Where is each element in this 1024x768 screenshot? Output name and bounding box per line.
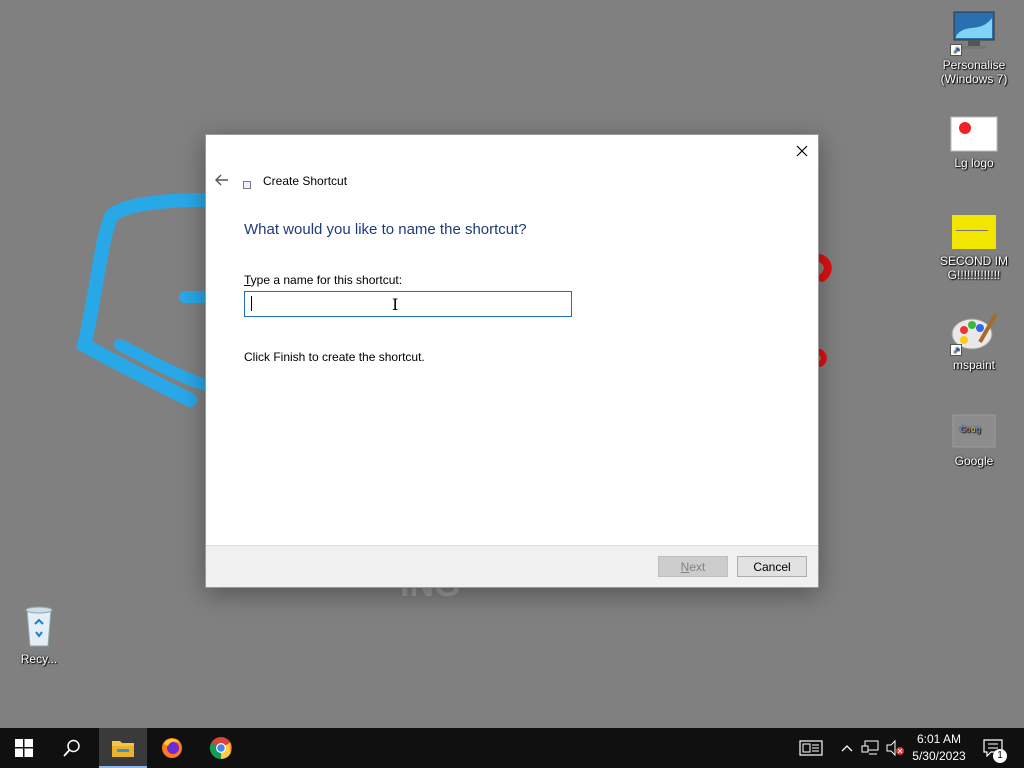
firefox-icon xyxy=(162,738,182,758)
desktop-icon-label: Recy... xyxy=(20,652,58,666)
shortcut-name-label: Type a name for this shortcut: xyxy=(244,273,403,287)
back-button[interactable] xyxy=(214,173,230,187)
close-button[interactable] xyxy=(792,141,812,161)
shortcut-icon xyxy=(243,181,251,189)
volume-button[interactable] xyxy=(884,728,906,768)
folder-icon xyxy=(112,741,134,757)
desktop-icon-label: mspaint xyxy=(952,358,996,372)
clock-time: 6:01 AM xyxy=(916,732,962,746)
taskbar: 6:01 AM 5/30/2023 1 xyxy=(0,728,1024,768)
text-caret xyxy=(251,296,252,311)
desktop-icon-second-img[interactable]: SECOND IMG!!!!!!!!!!!!! xyxy=(936,214,1012,282)
desktop-icon-personalise[interactable]: ↗ Personalise (Windows 7) xyxy=(936,8,1012,86)
desktop-icon-label: Google xyxy=(954,454,994,468)
recycle-bin-icon xyxy=(15,602,63,650)
shortcut-arrow-icon: ↗ xyxy=(950,44,962,56)
shortcut-arrow-icon: ↗ xyxy=(950,344,962,356)
wizard-heading: What would you like to name the shortcut… xyxy=(244,221,527,238)
next-button[interactable]: Next xyxy=(658,556,728,577)
image-icon xyxy=(950,214,998,250)
create-shortcut-dialog: Create Shortcut What would you like to n… xyxy=(205,134,819,588)
wizard-title: Create Shortcut xyxy=(263,174,348,188)
windows-logo-icon xyxy=(15,739,33,757)
search-button[interactable] xyxy=(48,728,96,768)
mspaint-icon: ↗ xyxy=(950,308,998,356)
cancel-button[interactable]: Cancel xyxy=(737,556,807,577)
network-button[interactable] xyxy=(860,728,880,768)
desktop-icon-label: Lg logo xyxy=(954,156,994,170)
clock-date: 5/30/2023 xyxy=(912,749,966,763)
svg-text:g: g xyxy=(976,425,980,434)
desktop-icon-mspaint[interactable]: ↗ mspaint xyxy=(936,308,1012,372)
start-button[interactable] xyxy=(0,728,48,768)
desktop-icon-label: Personalise (Windows 7) xyxy=(940,58,1008,86)
file-explorer-taskbar-button[interactable] xyxy=(99,728,147,768)
search-icon xyxy=(63,739,80,757)
chevron-up-icon xyxy=(841,745,853,752)
desktop-icon-label: SECOND IMG!!!!!!!!!!!!! xyxy=(939,254,1008,282)
news-button[interactable] xyxy=(796,728,826,768)
news-icon xyxy=(799,740,823,756)
ibeam-cursor-icon: I xyxy=(392,295,399,314)
dialog-footer: Next Cancel xyxy=(206,545,818,587)
chrome-icon xyxy=(210,737,232,759)
taskbar-clock[interactable]: 6:01 AM 5/30/2023 xyxy=(905,731,973,765)
network-icon xyxy=(861,740,879,755)
close-icon xyxy=(796,145,808,157)
desktop-icon-recycle-bin[interactable]: Recy... xyxy=(1,602,77,666)
desktop-icon-lg-logo[interactable]: Lg logo xyxy=(936,116,1012,170)
chrome-taskbar-button[interactable] xyxy=(197,728,245,768)
volume-muted-icon xyxy=(886,740,904,756)
firefox-taskbar-button[interactable] xyxy=(148,728,196,768)
show-hidden-icons-button[interactable] xyxy=(838,728,856,768)
back-arrow-icon xyxy=(215,174,228,186)
notification-count-badge: 1 xyxy=(993,749,1007,763)
personalise-icon: ↗ xyxy=(950,8,998,56)
shortcut-name-input[interactable] xyxy=(244,291,572,317)
image-icon xyxy=(950,116,998,152)
image-icon: G o o g xyxy=(950,414,998,448)
desktop-icon-google[interactable]: G o o g Google xyxy=(936,414,1012,468)
instruction-text: Click Finish to create the shortcut. xyxy=(244,350,425,364)
